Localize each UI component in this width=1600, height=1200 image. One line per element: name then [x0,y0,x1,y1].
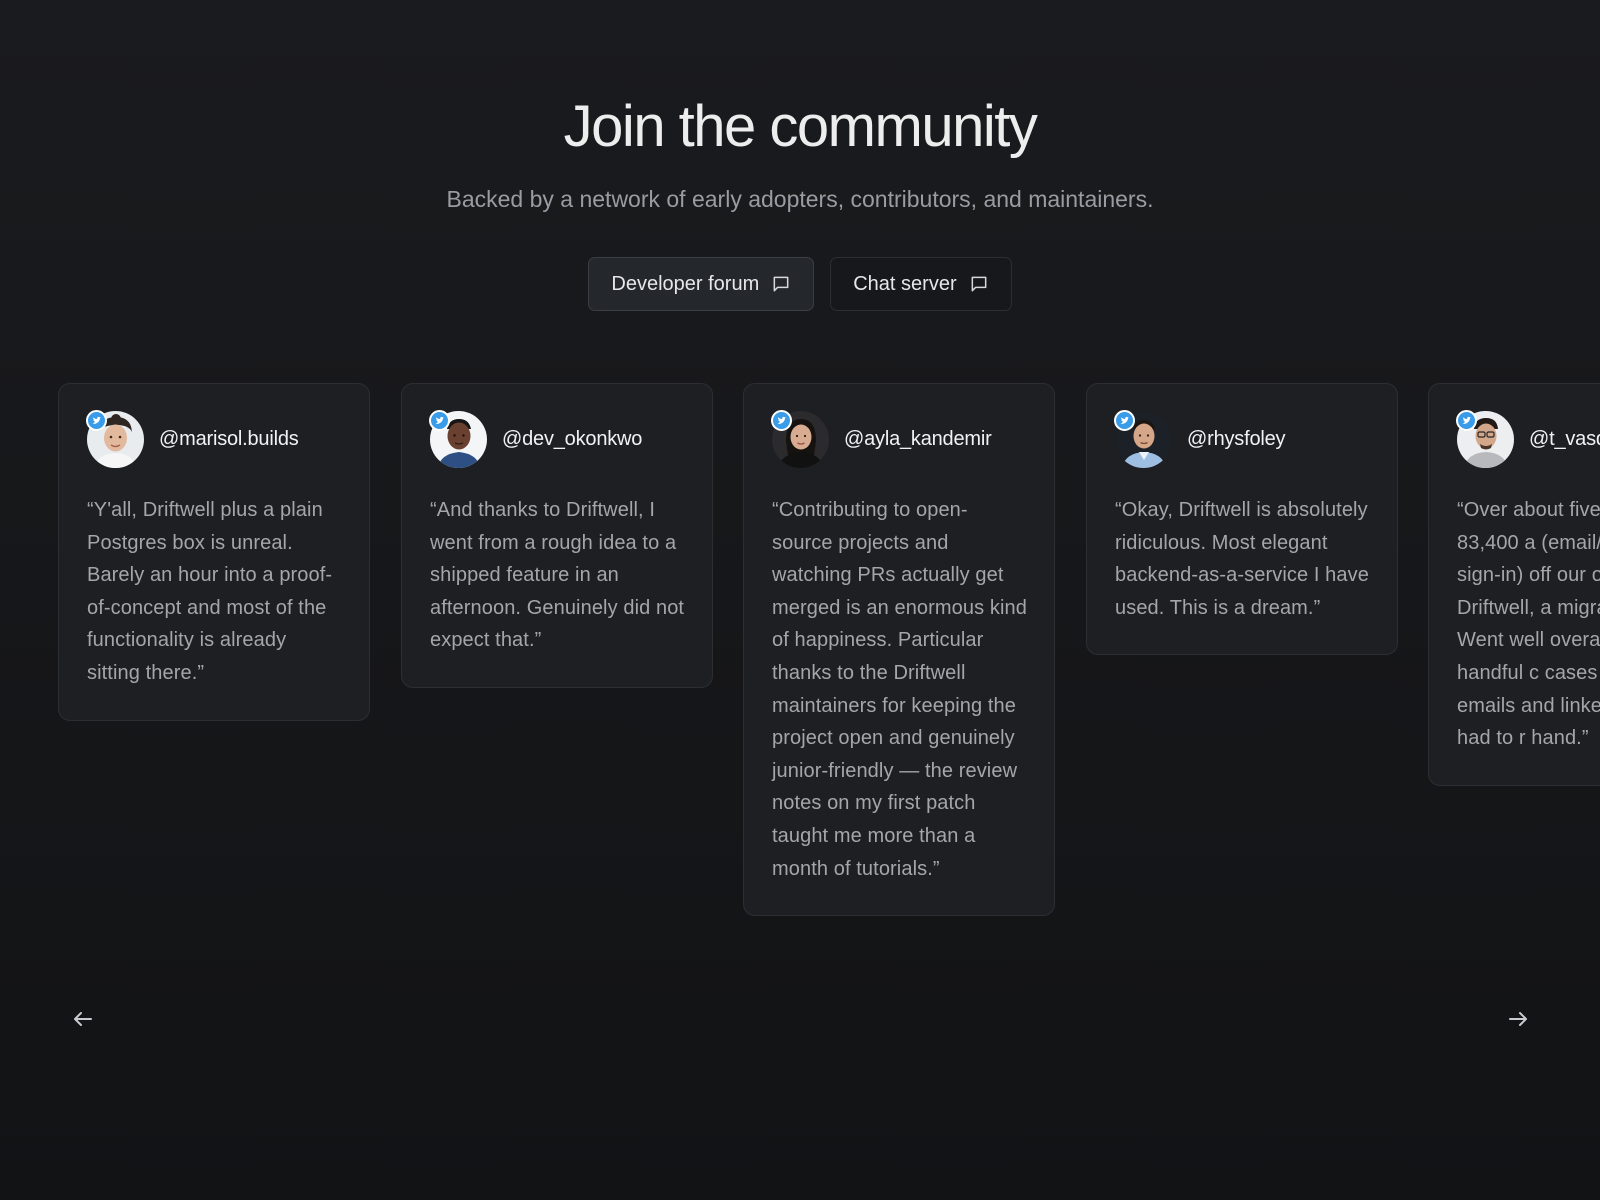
twitter-bird-icon [86,410,107,431]
testimonial-handle[interactable]: @marisol.builds [159,428,299,451]
testimonial-card: @dev_okonkwo “And thanks to Driftwell, I… [401,383,713,688]
page-title: Join the community [563,94,1038,159]
developer-forum-label: Developer forum [611,272,760,295]
message-square-icon [771,274,791,294]
avatar [1456,410,1514,468]
testimonial-handle[interactable]: @ayla_kandemir [844,428,992,451]
carousel-next-button[interactable] [1504,1005,1532,1033]
testimonial-header: @t_vasq [1456,410,1600,468]
testimonial-header: @rhysfoley [1114,410,1370,468]
avatar [86,410,144,468]
avatar [771,410,829,468]
message-square-icon [969,274,989,294]
testimonial-card: @t_vasq “Over about five moved 83,400 a … [1428,383,1600,786]
testimonial-handle[interactable]: @rhysfoley [1187,428,1286,451]
testimonial-carousel: @marisol.builds “Y'all, Driftwell plus a… [0,383,1600,963]
twitter-bird-icon [1114,410,1135,431]
twitter-bird-icon [1456,410,1477,431]
chat-server-button[interactable]: Chat server [830,257,1012,311]
testimonial-handle[interactable]: @dev_okonkwo [502,428,642,451]
arrow-left-icon [71,1007,95,1031]
arrow-right-icon [1506,1007,1530,1031]
testimonial-handle[interactable]: @t_vasq [1529,428,1600,451]
testimonial-quote: “Okay, Driftwell is absolutely ridiculou… [1115,499,1369,619]
avatar [429,410,487,468]
testimonial-quote: “Y'all, Driftwell plus a plain Postgres … [87,499,333,684]
twitter-bird-icon [429,410,450,431]
testimonial-quote: “Contributing to open-source projects an… [772,499,1027,880]
testimonial-quote: “Over about five moved 83,400 a (email/p… [1457,499,1600,750]
chat-server-label: Chat server [853,272,957,295]
testimonial-header: @marisol.builds [86,410,342,468]
carousel-prev-button[interactable] [69,1005,97,1033]
testimonial-header: @dev_okonkwo [429,410,685,468]
avatar [1114,410,1172,468]
testimonial-card: @rhysfoley “Okay, Driftwell is absolutel… [1086,383,1398,656]
testimonial-card: @marisol.builds “Y'all, Driftwell plus a… [58,383,370,721]
twitter-bird-icon [771,410,792,431]
page-subtitle: Backed by a network of early adopters, c… [446,186,1154,212]
testimonial-header: @ayla_kandemir [771,410,1027,468]
testimonial-card: @ayla_kandemir “Contributing to open-sou… [743,383,1055,917]
testimonial-quote: “And thanks to Driftwell, I went from a … [430,499,685,652]
community-buttons: Developer forum Chat server [0,257,1600,311]
developer-forum-button[interactable]: Developer forum [588,257,815,311]
